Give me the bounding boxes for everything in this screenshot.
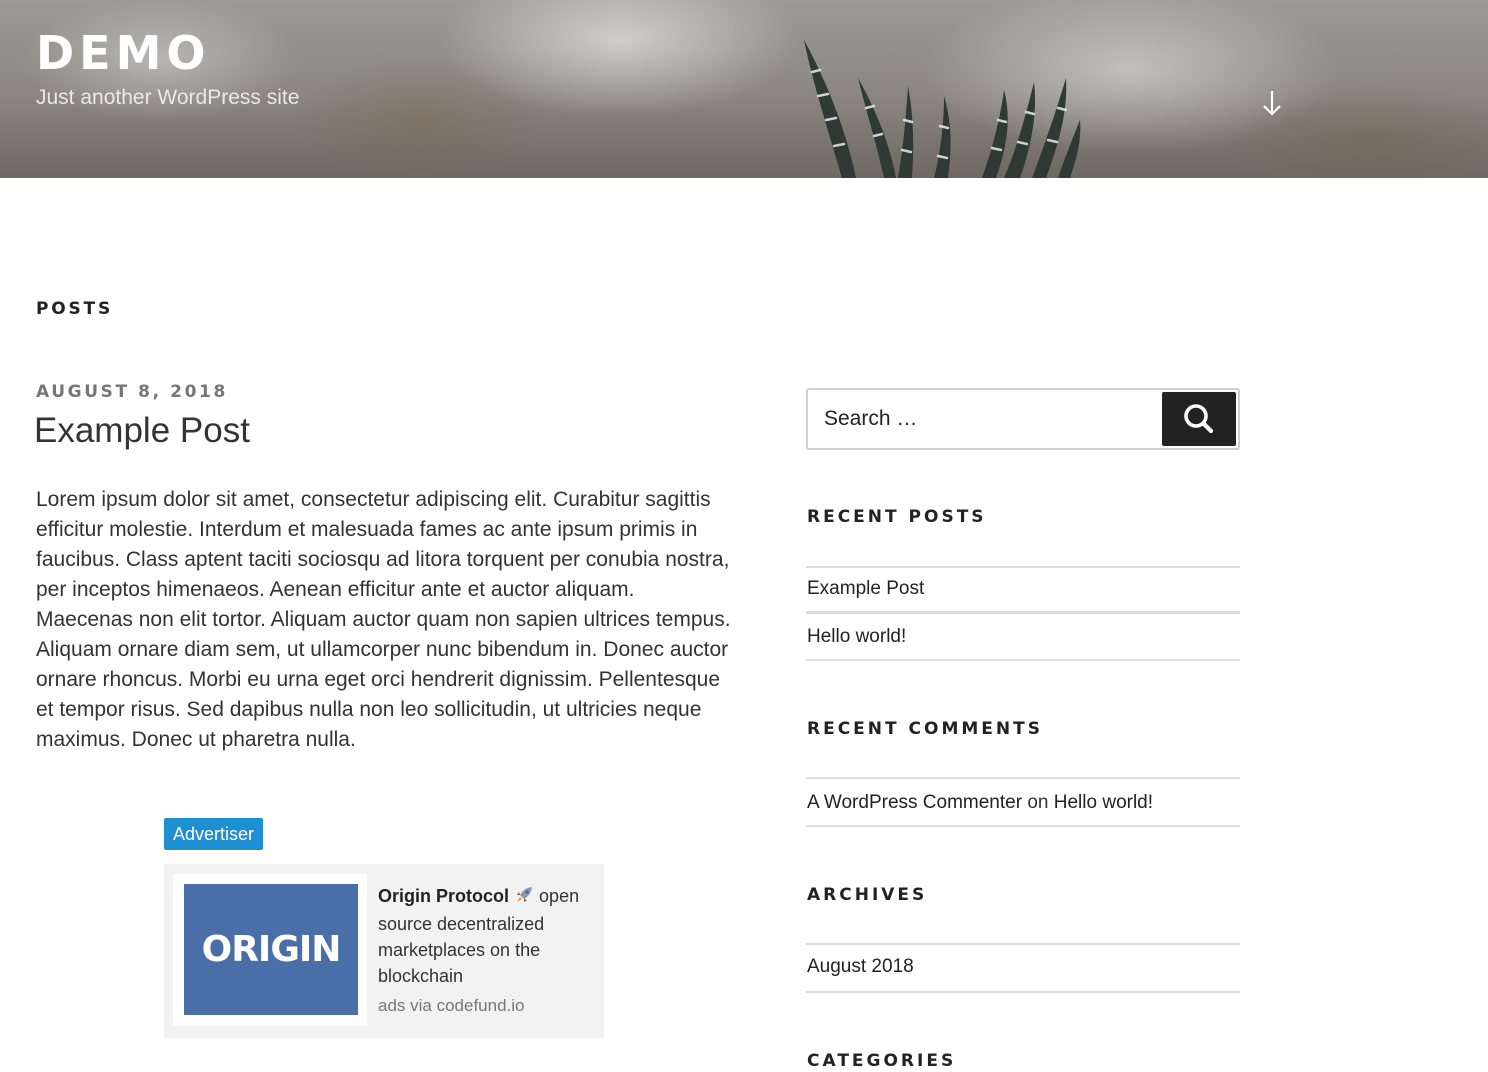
post-date-link[interactable]: AUGUST 8, 2018 — [36, 381, 228, 403]
categories-title: CATEGORIES — [807, 1051, 957, 1071]
recent-post-link[interactable]: Example Post — [807, 576, 924, 602]
archive-link[interactable]: August 2018 — [807, 954, 914, 980]
archives-title: ARCHIVES — [807, 885, 928, 905]
comment-post-link[interactable]: Hello world! — [1054, 792, 1153, 813]
divider — [806, 825, 1240, 827]
recent-post-link[interactable]: Hello world! — [807, 624, 906, 650]
ad-box: ORIGIN Origin Protocol open source decen… — [164, 864, 604, 1038]
ad-text-link[interactable]: Origin Protocol open source decentralize… — [378, 883, 593, 989]
arrow-down-icon[interactable] — [1258, 88, 1286, 118]
comment-author-link[interactable]: A WordPress Commenter — [807, 792, 1022, 813]
recent-comments-title: RECENT COMMENTS — [807, 719, 1043, 739]
site-description: Just another WordPress site — [36, 86, 300, 109]
ad-logo-image: ORIGIN — [184, 884, 358, 1015]
search-icon — [1184, 404, 1214, 434]
site-header: DEMO Just another WordPress site — [0, 0, 1488, 178]
advertiser-badge[interactable]: Advertiser — [164, 818, 264, 850]
divider — [806, 659, 1240, 661]
site-title[interactable]: DEMO — [36, 26, 211, 80]
recent-comment-item: A WordPress Commenter on Hello world! — [807, 790, 1153, 816]
post-title-link[interactable]: Example Post — [34, 409, 250, 453]
ad-image-link[interactable]: ORIGIN — [173, 874, 367, 1026]
search-input[interactable] — [808, 390, 1158, 448]
recent-posts-title: RECENT POSTS — [807, 507, 987, 527]
divider — [806, 943, 1240, 945]
divider — [806, 611, 1240, 614]
ad-via-link[interactable]: ads via codefund.io — [378, 994, 525, 1018]
divider — [806, 991, 1240, 993]
rocket-icon — [514, 885, 534, 911]
search-form — [806, 388, 1240, 450]
comment-on-text: on — [1027, 792, 1049, 813]
ad-brand: Origin Protocol — [378, 886, 510, 906]
search-button[interactable] — [1162, 392, 1236, 446]
divider — [806, 777, 1240, 779]
page-title: POSTS — [36, 299, 113, 319]
divider — [806, 566, 1240, 568]
post-content: Lorem ipsum dolor sit amet, consectetur … — [36, 488, 731, 751]
